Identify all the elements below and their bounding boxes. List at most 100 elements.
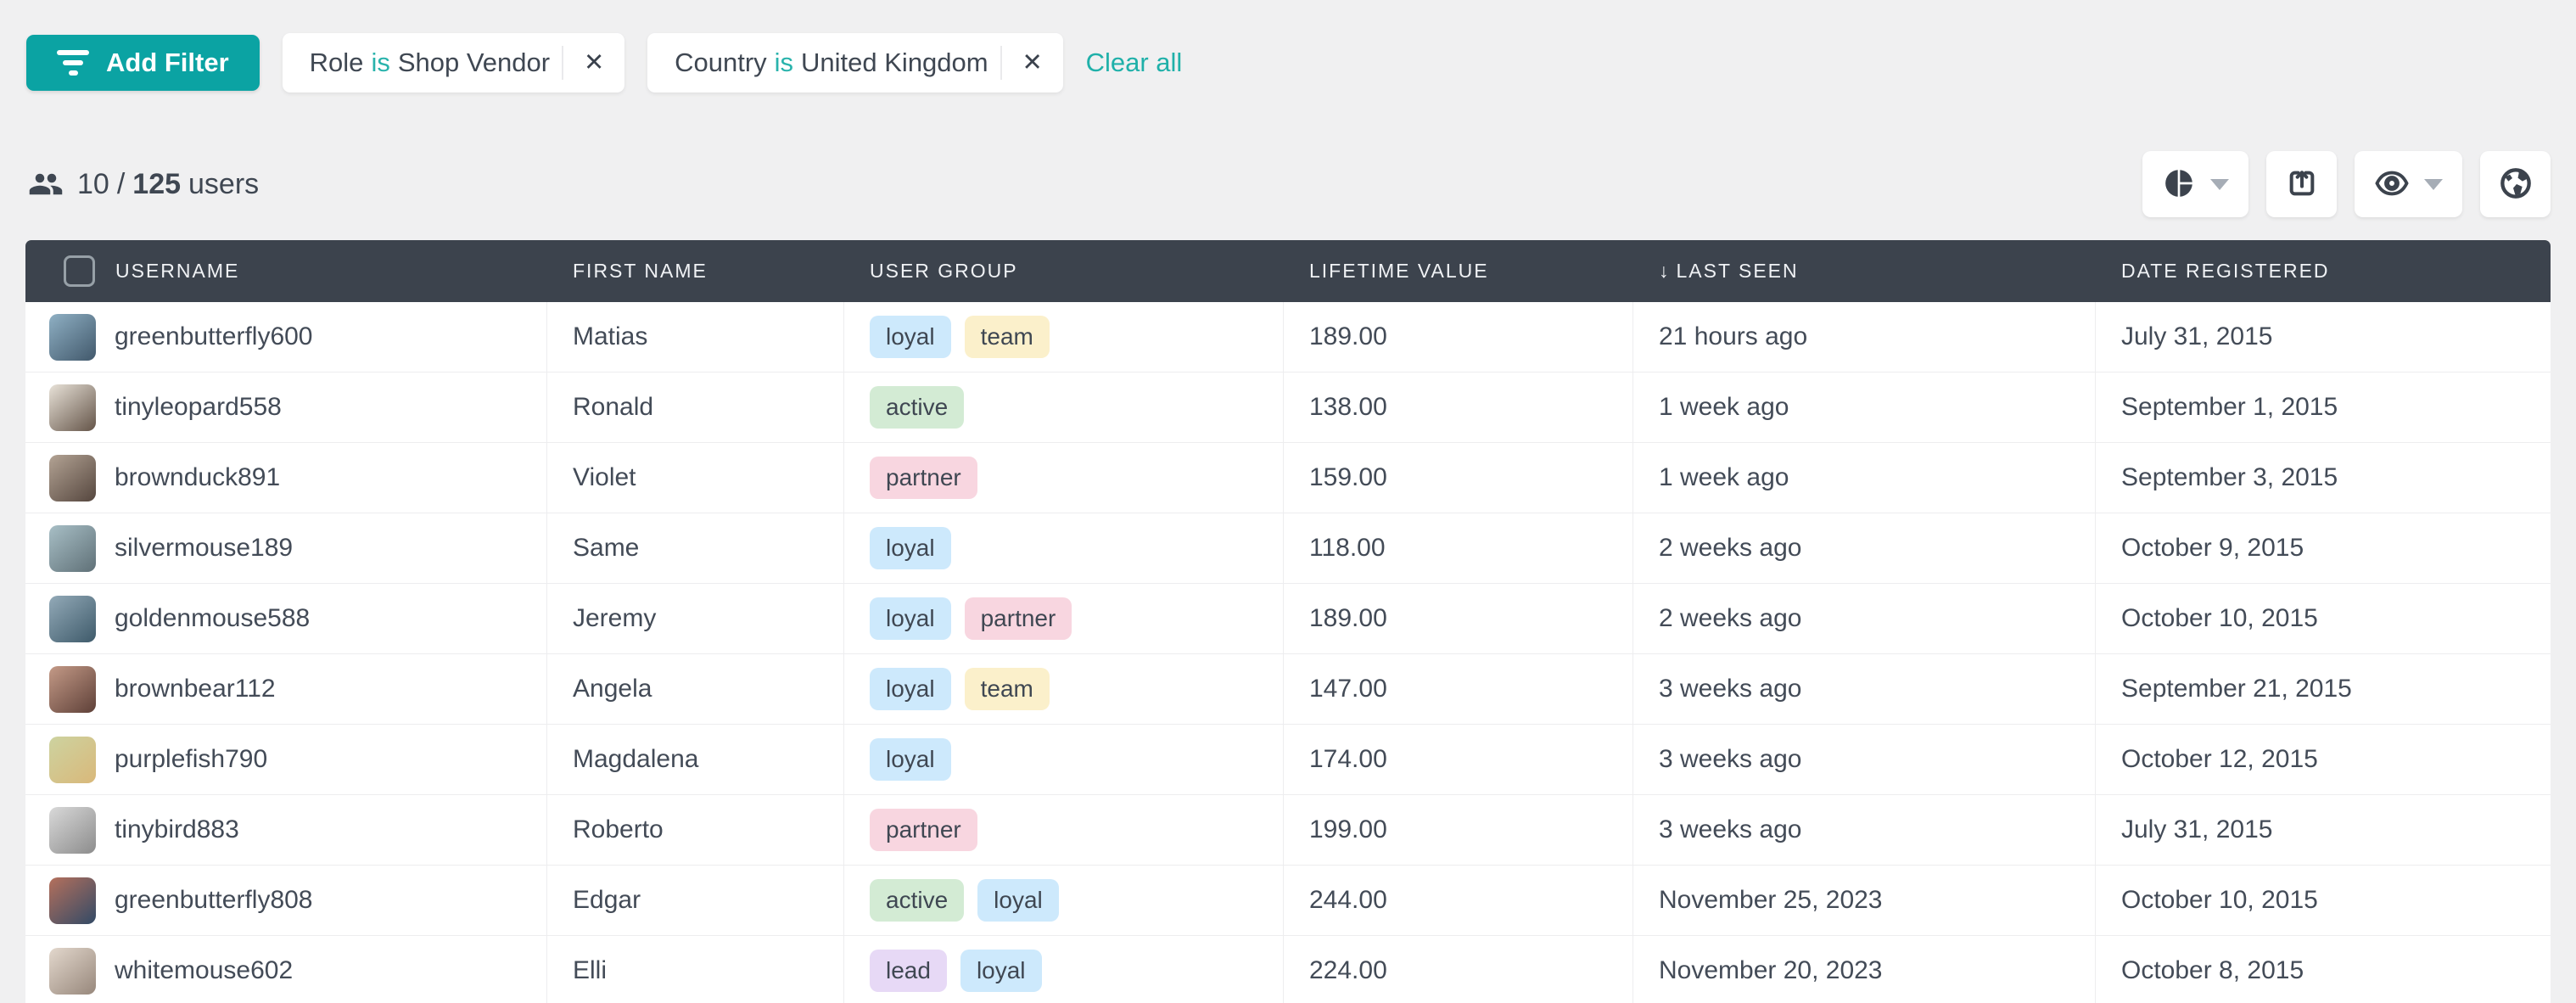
username-text: brownbear112 — [115, 675, 276, 703]
lifetime-value-text: 118.00 — [1309, 534, 1386, 563]
cell-last-seen: 2 weeks ago — [1633, 513, 2096, 583]
column-header-date-registered[interactable]: DATE REGISTERED — [2096, 240, 2551, 302]
cell-first-name: Same — [547, 513, 844, 583]
cell-first-name: Elli — [547, 936, 844, 1003]
table-toolbar — [2142, 151, 2551, 217]
globe-icon — [2499, 166, 2533, 203]
select-all-checkbox[interactable] — [64, 255, 95, 287]
cell-lifetime-value: 189.00 — [1284, 302, 1633, 372]
user-group-badge: partner — [870, 809, 977, 851]
column-label: FIRST NAME — [573, 260, 708, 283]
add-filter-label: Add Filter — [106, 48, 229, 78]
cell-username: silvermouse189 — [25, 513, 547, 583]
table-row[interactable]: tinyleopard558Ronaldactive138.001 week a… — [25, 373, 2551, 443]
export-icon — [2285, 166, 2319, 203]
cell-user-group: loyal team — [844, 654, 1284, 724]
column-header-last-seen[interactable]: ↓ LAST SEEN — [1633, 240, 2096, 302]
cell-lifetime-value: 174.00 — [1284, 725, 1633, 794]
cell-date-registered: October 8, 2015 — [2096, 936, 2551, 1003]
date-registered-text: September 21, 2015 — [2121, 675, 2352, 703]
table-row[interactable]: whitemouse602Ellileadloyal224.00November… — [25, 936, 2551, 1003]
table-row[interactable]: tinybird883Robertopartner199.003 weeks a… — [25, 795, 2551, 866]
column-header-first-name[interactable]: FIRST NAME — [547, 240, 844, 302]
lifetime-value-text: 147.00 — [1309, 675, 1387, 703]
avatar — [49, 807, 96, 854]
users-table: USERNAME FIRST NAME USER GROUP LIFETIME … — [25, 240, 2551, 1003]
remove-filter-icon[interactable]: ✕ — [563, 33, 624, 92]
lifetime-value-text: 174.00 — [1309, 745, 1387, 774]
username-text: tinyleopard558 — [115, 393, 282, 422]
lifetime-value-text: 199.00 — [1309, 815, 1387, 844]
users-icon — [28, 166, 64, 202]
remove-filter-icon[interactable]: ✕ — [1002, 33, 1063, 92]
user-group-badge: loyal — [870, 668, 951, 710]
users-count: 10 / 125 users — [28, 166, 266, 202]
table-row[interactable]: greenbutterfly808Edgaractiveloyal244.00N… — [25, 866, 2551, 936]
cell-first-name: Ronald — [547, 373, 844, 442]
cell-last-seen: 3 weeks ago — [1633, 795, 2096, 865]
cell-first-name: Angela — [547, 654, 844, 724]
avatar — [49, 455, 96, 502]
first-name-text: Elli — [573, 956, 607, 985]
username-text: goldenmouse588 — [115, 604, 310, 633]
table-row[interactable]: silvermouse189 Same loyal 118.00 2 weeks ago… — [25, 513, 2551, 584]
username-text: purplefish790 — [115, 745, 267, 774]
lifetime-value-text: 138.00 — [1309, 393, 1387, 422]
table-row[interactable]: greenbutterfly600Matiasloyalteam189.0021… — [25, 302, 2551, 373]
avatar — [49, 596, 96, 642]
column-header-username[interactable]: USERNAME — [25, 240, 547, 302]
username-text: greenbutterfly600 — [115, 322, 313, 351]
user-group-badge: loyal — [870, 527, 951, 569]
globe-button[interactable] — [2480, 151, 2551, 217]
date-registered-text: October 9, 2015 — [2121, 534, 2304, 563]
table-row[interactable]: brownbear112 Angela loyal team 147.00 3 weeks… — [25, 654, 2551, 725]
first-name-text: Roberto — [573, 815, 664, 844]
table-row[interactable]: goldenmouse588Jeremyloyalpartner189.002 … — [25, 584, 2551, 654]
avatar — [49, 737, 96, 783]
cell-last-seen: 21 hours ago — [1633, 302, 2096, 372]
filter-chip[interactable]: RoleisShop Vendor✕ — [283, 33, 624, 92]
add-filter-button[interactable]: Add Filter — [26, 35, 260, 91]
last-seen-text: 1 week ago — [1659, 393, 1789, 422]
username-text: silvermouse189 — [115, 534, 293, 563]
filter-chip-value: United Kingdom — [801, 48, 988, 78]
table-row[interactable]: purplefish790Magdalenaloyal174.003 weeks… — [25, 725, 2551, 795]
cell-date-registered: October 10, 2015 — [2096, 584, 2551, 653]
pie-chart-button[interactable] — [2142, 151, 2248, 217]
user-group-badge: loyal — [960, 950, 1042, 992]
filter-chip[interactable]: CountryisUnited Kingdom✕ — [647, 33, 1063, 92]
cell-user-group: loyalpartner — [844, 584, 1284, 653]
cell-last-seen: November 20, 2023 — [1633, 936, 2096, 1003]
cell-first-name: Edgar — [547, 866, 844, 935]
last-seen-text: 3 weeks ago — [1659, 675, 1801, 703]
cell-last-seen: 1 week ago — [1633, 443, 2096, 513]
user-group-badge: team — [965, 668, 1050, 710]
last-seen-text: 21 hours ago — [1659, 322, 1807, 351]
export-button[interactable] — [2266, 151, 2337, 217]
cell-username: greenbutterfly600 — [25, 302, 547, 372]
user-group-badge: active — [870, 879, 964, 922]
chevron-down-icon — [2424, 179, 2443, 190]
cell-first-name: Magdalena — [547, 725, 844, 794]
sort-descending-icon: ↓ — [1659, 260, 1671, 283]
clear-all-link[interactable]: Clear all — [1086, 48, 1183, 78]
column-header-lifetime-value[interactable]: LIFETIME VALUE — [1284, 240, 1633, 302]
user-group-badge: loyal — [870, 597, 951, 640]
avatar — [49, 384, 96, 431]
user-group-badge: loyal — [870, 738, 951, 781]
first-name-text: Magdalena — [573, 745, 698, 774]
user-group-badge: loyal — [870, 316, 951, 358]
table-body: greenbutterfly600Matiasloyalteam189.0021… — [25, 302, 2551, 1003]
cell-date-registered: September 1, 2015 — [2096, 373, 2551, 442]
column-header-user-group[interactable]: USER GROUP — [844, 240, 1284, 302]
first-name-text: Ronald — [573, 393, 653, 422]
date-registered-text: October 10, 2015 — [2121, 604, 2318, 633]
cell-date-registered: July 31, 2015 — [2096, 302, 2551, 372]
first-name-text: Edgar — [573, 886, 641, 915]
visibility-button[interactable] — [2355, 151, 2462, 217]
avatar — [49, 666, 96, 713]
date-registered-text: October 12, 2015 — [2121, 745, 2318, 774]
table-row[interactable]: brownduck891Violetpartner159.001 week ag… — [25, 443, 2551, 513]
cell-date-registered: September 3, 2015 — [2096, 443, 2551, 513]
cell-user-group: partner — [844, 795, 1284, 865]
